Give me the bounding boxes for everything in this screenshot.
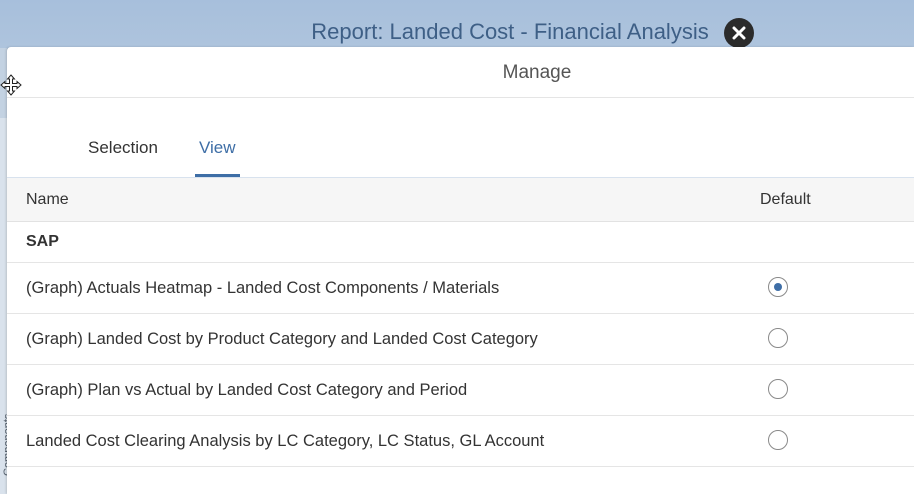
close-button[interactable]: [724, 18, 754, 48]
table-row[interactable]: (Graph) Actuals Heatmap - Landed Cost Co…: [7, 263, 914, 314]
group-label: SAP: [26, 233, 59, 250]
tab-view[interactable]: View: [195, 125, 240, 177]
default-radio[interactable]: [768, 277, 788, 297]
tab-bar: Selection View: [7, 125, 914, 179]
column-header-default: Default: [760, 191, 811, 208]
move-icon[interactable]: [0, 74, 22, 96]
column-header-name: Name: [26, 191, 69, 208]
table-header: Name Default: [7, 178, 914, 222]
view-name: (Graph) Plan vs Actual by Landed Cost Ca…: [26, 381, 468, 399]
default-radio[interactable]: [768, 430, 788, 450]
table-row[interactable]: Landed Cost Clearing Analysis by LC Cate…: [7, 416, 914, 467]
manage-dialog: Manage Selection View Name Default SAP (…: [0, 47, 914, 494]
table-row[interactable]: (Graph) Landed Cost by Product Category …: [7, 314, 914, 365]
view-name: (Graph) Actuals Heatmap - Landed Cost Co…: [26, 279, 500, 297]
tab-selection[interactable]: Selection: [84, 125, 162, 175]
group-header-row: SAP: [7, 222, 914, 263]
default-radio[interactable]: [768, 379, 788, 399]
dialog-header: Manage: [7, 47, 914, 98]
view-name: (Graph) Landed Cost by Product Category …: [26, 330, 538, 348]
report-title: Report: Landed Cost - Financial Analysis: [311, 19, 709, 44]
table-row[interactable]: (Graph) Plan vs Actual by Landed Cost Ca…: [7, 365, 914, 416]
default-radio[interactable]: [768, 328, 788, 348]
close-icon: [732, 26, 746, 40]
dialog-title: Manage: [502, 62, 572, 83]
view-name: Landed Cost Clearing Analysis by LC Cate…: [26, 432, 545, 450]
